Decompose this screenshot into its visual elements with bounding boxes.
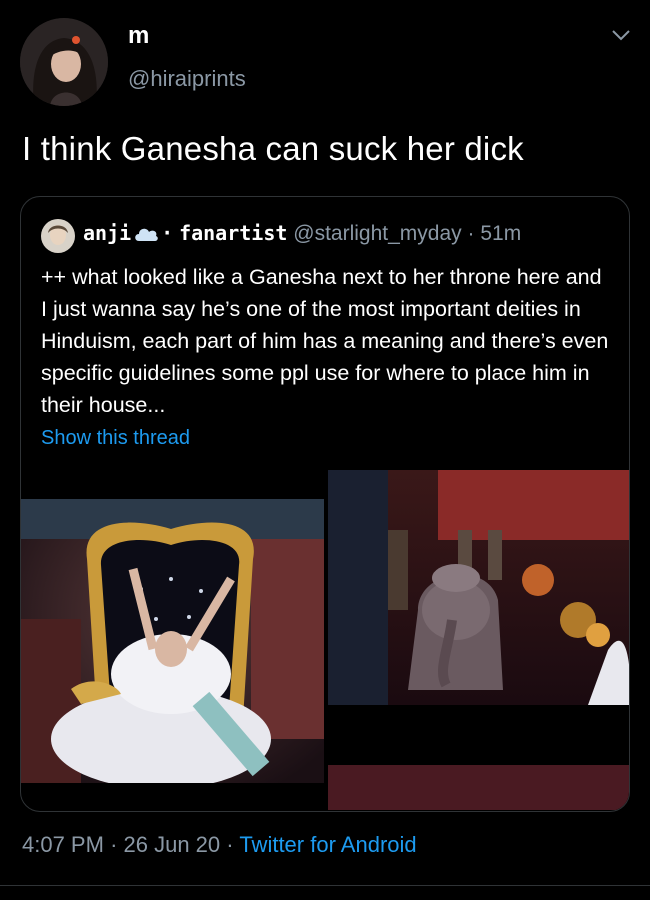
tweet-date[interactable]: 26 Jun 20 (124, 832, 221, 857)
quoted-avatar[interactable] (41, 219, 75, 253)
divider (0, 885, 650, 886)
show-thread-link[interactable]: Show this thread (41, 427, 190, 450)
tweet-time[interactable]: 4:07 PM (22, 832, 104, 857)
quoted-name-part2[interactable]: fanartist (179, 221, 287, 245)
avatar[interactable] (20, 18, 108, 106)
user-handle[interactable]: @hiraiprints (128, 66, 246, 92)
quoted-tweet-card[interactable]: anji · fanartist @starlight_myday · 51m +… (20, 196, 630, 812)
display-name[interactable]: m (128, 22, 149, 50)
quoted-handle[interactable]: @starlight_myday (293, 222, 461, 245)
media-image-throne[interactable] (21, 499, 324, 783)
quoted-body: ++ what looked like a Ganesha next to he… (41, 265, 609, 417)
quoted-header: anji · fanartist @starlight_myday · 51m (83, 221, 521, 249)
tweet-source-link[interactable]: Twitter for Android (239, 832, 416, 857)
media-image-ganesha[interactable] (328, 470, 629, 810)
meta-separator: · (110, 832, 118, 857)
tweet-text: I think Ganesha can suck her dick (22, 130, 524, 167)
meta-separator: · (226, 832, 234, 857)
cloud-icon (133, 225, 159, 249)
quoted-separator: · (467, 222, 475, 245)
quoted-name-dot: · (161, 221, 174, 245)
quoted-name-part1[interactable]: anji (83, 221, 131, 245)
chevron-down-icon[interactable] (610, 24, 632, 46)
avatar-image (20, 18, 108, 106)
tweet-meta: 4:07 PM · 26 Jun 20 · Twitter for Androi… (22, 832, 417, 858)
quoted-age: 51m (480, 222, 522, 245)
